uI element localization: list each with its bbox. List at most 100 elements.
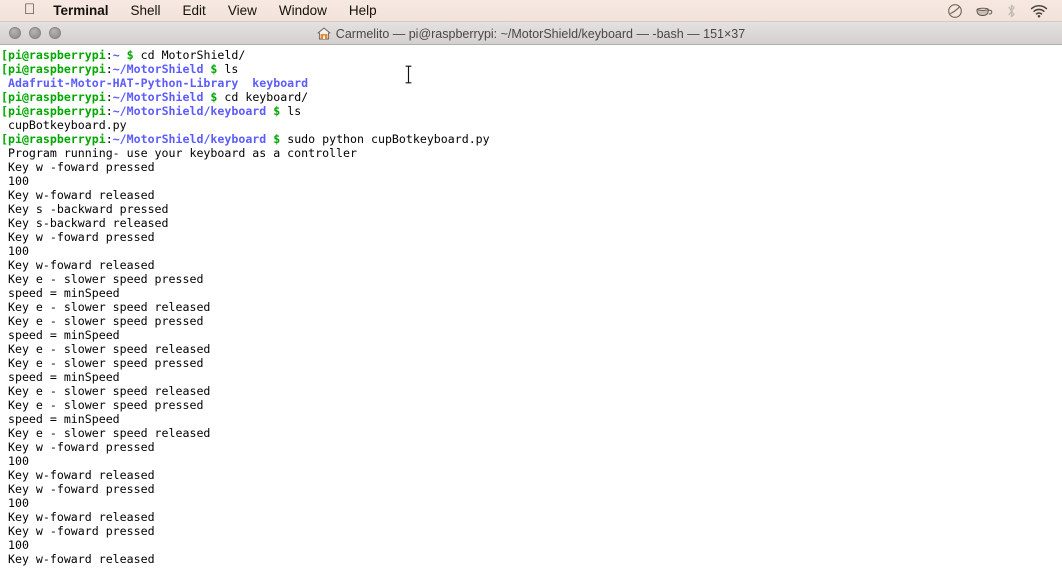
terminal-output-line: Key e - slower speed released (0, 300, 1062, 314)
directory-names: Adafruit-Motor-HAT-Python-Library keyboa… (1, 76, 309, 90)
prompt-bracket: [ (1, 104, 8, 118)
terminal-command: ls (224, 62, 239, 76)
output-text: Key e - slower speed released (1, 426, 211, 440)
terminal-command: cd keyboard/ (224, 90, 309, 104)
terminal-output-line: Key w -foward pressed (0, 440, 1062, 454)
terminal-output-line: speed = minSpeed (0, 412, 1062, 426)
output-text: Key w -foward pressed (1, 482, 155, 496)
terminal-prompt-line: [pi@raspberrypi:~/MotorShield/keyboard $… (0, 104, 1062, 118)
prompt-user-host: pi@raspberrypi (7, 62, 106, 76)
output-text: Key e - slower speed pressed (1, 356, 204, 370)
prompt-dollar-sign: $ (203, 62, 225, 76)
window-title-text: Carmelito — pi@raspberrypi: ~/MotorShiel… (335, 26, 746, 41)
menu-bar-items: Terminal Shell Edit View Window Help (53, 0, 387, 22)
output-text: 100 (1, 174, 29, 188)
terminal-output-line: Key e - slower speed pressed (0, 272, 1062, 286)
prompt-path: ~/MotorShield (112, 90, 204, 104)
terminal-output-line: 100 (0, 538, 1062, 552)
terminal-prompt-line: [pi@raspberrypi:~ $ cd MotorShield/ (0, 48, 1062, 62)
menu-item-help[interactable]: Help (338, 0, 388, 22)
terminal-output-line: Key e - slower speed released (0, 342, 1062, 356)
output-text: Key e - slower speed released (1, 384, 211, 398)
terminal-output-line: speed = minSpeed (0, 370, 1062, 384)
prompt-bracket: [ (1, 62, 8, 76)
terminal-output-line: Key e - slower speed pressed (0, 314, 1062, 328)
output-text: 100 (1, 454, 29, 468)
menu-item-view[interactable]: View (217, 0, 268, 22)
prompt-path: ~/MotorShield (112, 62, 204, 76)
output-text: speed = minSpeed (1, 370, 120, 384)
terminal-output-line: 100 (0, 174, 1062, 188)
window-traffic-lights (9, 27, 61, 39)
wifi-icon[interactable] (1030, 4, 1048, 18)
prompt-separator: : (105, 48, 113, 62)
terminal-output-line: Key e - slower speed pressed (0, 356, 1062, 370)
dropbox-circle-icon[interactable] (947, 3, 963, 19)
output-text: Key e - slower speed pressed (1, 398, 204, 412)
output-text: Key w-foward released (1, 258, 155, 272)
terminal-output-area[interactable]: [pi@raspberrypi:~ $ cd MotorShield/[pi@r… (0, 46, 1062, 568)
output-text: Key e - slower speed released (1, 342, 211, 356)
prompt-user-host: pi@raspberrypi (7, 132, 106, 146)
output-text: speed = minSpeed (1, 286, 120, 300)
terminal-output-line: Key w-foward released (0, 258, 1062, 272)
prompt-path: ~/MotorShield/keyboard (112, 132, 267, 146)
output-text: 100 (1, 244, 29, 258)
zoom-button[interactable] (49, 27, 61, 39)
terminal-output-line: cupBotkeyboard.py (0, 118, 1062, 132)
window-title-bar[interactable]: Carmelito — pi@raspberrypi: ~/MotorShiel… (0, 22, 1062, 45)
prompt-user-host: pi@raspberrypi (7, 48, 106, 62)
terminal-output-line: Key s-backward released (0, 216, 1062, 230)
minimize-button[interactable] (29, 27, 41, 39)
terminal-output-line: 100 (0, 244, 1062, 258)
output-text: Key w -foward pressed (1, 230, 155, 244)
close-button[interactable] (9, 27, 21, 39)
output-text: speed = minSpeed (1, 412, 120, 426)
prompt-user-host: pi@raspberrypi (7, 90, 106, 104)
terminal-output-line: 100 (0, 454, 1062, 468)
output-text: Key w-foward released (1, 188, 155, 202)
window-title-group: Carmelito — pi@raspberrypi: ~/MotorShiel… (0, 22, 1062, 45)
terminal-output-line: Key w-foward released (0, 188, 1062, 202)
prompt-separator: : (105, 132, 113, 146)
terminal-output-line: Key w -foward pressed (0, 160, 1062, 174)
output-text: cupBotkeyboard.py (1, 118, 127, 132)
prompt-bracket: [ (1, 48, 8, 62)
prompt-bracket: [ (1, 132, 8, 146)
prompt-bracket: [ (1, 90, 8, 104)
output-text: Key w-foward released (1, 552, 155, 566)
prompt-dollar-sign: $ (203, 90, 225, 104)
terminal-prompt-line: [pi@raspberrypi:~/MotorShield $ cd keybo… (0, 90, 1062, 104)
terminal-command: cd MotorShield/ (140, 48, 246, 62)
terminal-output-line: Key w-foward released (0, 510, 1062, 524)
menu-item-window[interactable]: Window (268, 0, 338, 22)
output-text: Key w-foward released (1, 510, 155, 524)
apple-logo-icon[interactable]:  (24, 2, 35, 17)
output-text: Key w -foward pressed (1, 524, 155, 538)
output-text: Key e - slower speed pressed (1, 314, 204, 328)
output-text: 100 (1, 496, 29, 510)
terminal-output-line: speed = minSpeed (0, 286, 1062, 300)
terminal-output-line: Key w -foward pressed (0, 524, 1062, 538)
menu-bar-status-icons (947, 3, 1048, 19)
terminal-output-line: Program running- use your keyboard as a … (0, 146, 1062, 160)
prompt-dollar-sign: $ (119, 48, 141, 62)
prompt-user-host: pi@raspberrypi (7, 104, 106, 118)
coffee-cup-icon[interactable] (976, 4, 993, 18)
menu-item-terminal[interactable]: Terminal (53, 0, 119, 22)
terminal-output-line: speed = minSpeed (0, 328, 1062, 342)
home-icon (317, 27, 331, 40)
output-text: 100 (1, 538, 29, 552)
output-text: Key e - slower speed pressed (1, 272, 204, 286)
terminal-output-line: Key e - slower speed released (0, 426, 1062, 440)
terminal-prompt-line: [pi@raspberrypi:~/MotorShield/keyboard $… (0, 132, 1062, 146)
prompt-separator: : (105, 62, 113, 76)
menu-item-edit[interactable]: Edit (172, 0, 217, 22)
prompt-dollar-sign: $ (266, 132, 288, 146)
menu-item-shell[interactable]: Shell (120, 0, 172, 22)
terminal-output-line: Key w-foward released (0, 552, 1062, 566)
terminal-output-line: Key w-foward released (0, 468, 1062, 482)
output-text: speed = minSpeed (1, 328, 120, 342)
bluetooth-icon[interactable] (1006, 3, 1017, 19)
output-text: Key s-backward released (1, 216, 169, 230)
